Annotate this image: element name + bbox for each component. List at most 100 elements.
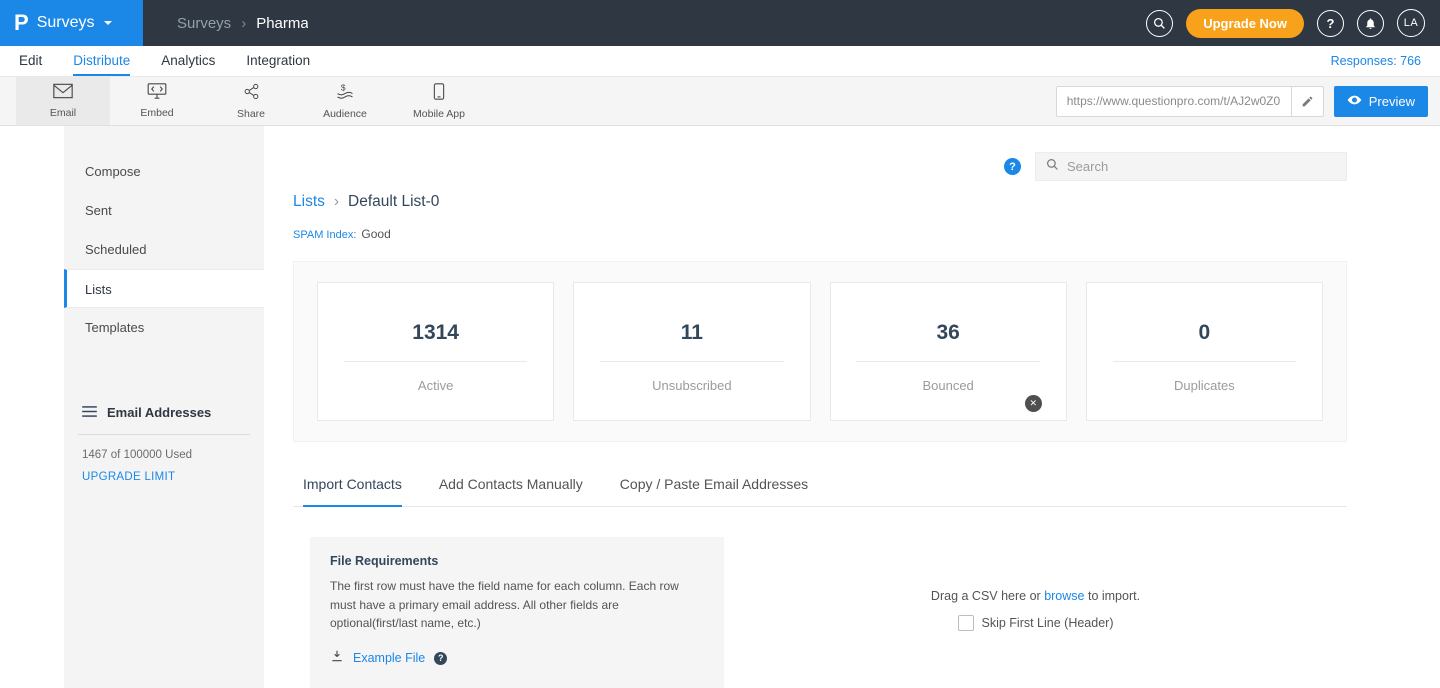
email-addresses-label: Email Addresses — [107, 405, 211, 420]
upgrade-now-button[interactable]: Upgrade Now — [1186, 9, 1304, 38]
skip-first-line-label: Skip First Line (Header) — [982, 616, 1114, 630]
file-requirements-title: File Requirements — [330, 554, 704, 568]
survey-url-input[interactable] — [1057, 94, 1291, 108]
import-contacts-panel: File Requirements The first row must hav… — [293, 537, 1347, 688]
csv-drop-zone[interactable]: Drag a CSV here or browse to import. Ski… — [724, 589, 1347, 631]
sidebar-item-scheduled[interactable]: Scheduled — [64, 230, 264, 269]
toolbar-item-share[interactable]: Share — [204, 77, 298, 125]
eye-icon — [1347, 94, 1362, 109]
topbar: P Surveys Surveys Pharma Upgrade Now ? L… — [0, 0, 1440, 46]
share-network-icon — [243, 83, 260, 105]
list-stats: 1314 Active 11 Unsubscribed 36 Bounced ✕… — [293, 261, 1347, 442]
file-requirements-body: The first row must have the field name f… — [330, 577, 704, 633]
tab-import-contacts[interactable]: Import Contacts — [303, 476, 402, 507]
help-circle-icon[interactable]: ? — [1004, 158, 1021, 175]
stat-card-active: 1314 Active — [317, 282, 554, 421]
toolbar-item-label: Share — [237, 108, 265, 120]
drag-text-prefix: Drag a CSV here or — [931, 589, 1041, 603]
stat-divider — [1113, 361, 1296, 362]
search-icon[interactable] — [1146, 10, 1173, 37]
toolbar-item-email[interactable]: Email — [16, 77, 110, 125]
body: Compose Sent Scheduled Lists Templates E… — [0, 126, 1440, 688]
lists-main: ? Lists Default List-0 SPAM Index: Good — [264, 126, 1440, 688]
left-gutter — [0, 126, 64, 688]
contacts-search-box — [1035, 152, 1347, 181]
tab-integration[interactable]: Integration — [246, 46, 310, 76]
usage-text: 1467 of 100000 Used — [78, 449, 250, 461]
breadcrumb-separator-icon — [334, 193, 339, 211]
survey-url-box — [1056, 86, 1324, 117]
sidebar-item-compose[interactable]: Compose — [64, 152, 264, 191]
sidebar-divider — [78, 434, 250, 435]
browse-link[interactable]: browse — [1044, 589, 1084, 603]
sidebar-item-templates[interactable]: Templates — [64, 308, 264, 347]
upgrade-limit-link[interactable]: UPGRADE LIMIT — [78, 471, 250, 483]
list-breadcrumb: Lists Default List-0 — [293, 193, 1347, 211]
skip-first-line-checkbox[interactable] — [958, 615, 974, 631]
product-name: Surveys — [37, 14, 95, 32]
spam-index-line: SPAM Index: Good — [293, 227, 1347, 241]
tab-distribute[interactable]: Distribute — [73, 46, 130, 76]
spam-index-value: Good — [361, 227, 390, 241]
email-sidebar: Compose Sent Scheduled Lists Templates E… — [64, 126, 264, 688]
breadcrumb-separator-icon — [241, 15, 246, 32]
edit-url-pencil-icon[interactable] — [1291, 87, 1323, 116]
contacts-tabs: Import Contacts Add Contacts Manually Co… — [293, 476, 1347, 507]
audience-dollar-icon: $ — [335, 83, 355, 105]
tab-add-contacts-manually[interactable]: Add Contacts Manually — [439, 476, 583, 507]
sidebar-item-sent[interactable]: Sent — [64, 191, 264, 230]
file-requirements-box: File Requirements The first row must hav… — [310, 537, 724, 688]
distribute-toolbar: Email Embed Share $ Audience Mobile App — [0, 77, 1440, 126]
list-lines-icon — [82, 405, 97, 420]
lists-link[interactable]: Lists — [293, 193, 325, 211]
email-addresses-section: Email Addresses 1467 of 100000 Used UPGR… — [64, 405, 264, 483]
toolbar-item-label: Embed — [140, 107, 173, 119]
notifications-bell-icon[interactable] — [1357, 10, 1384, 37]
stat-divider — [344, 361, 527, 362]
drag-csv-text: Drag a CSV here or browse to import. — [931, 589, 1140, 603]
tab-copy-paste-email-addresses[interactable]: Copy / Paste Email Addresses — [620, 476, 808, 507]
stat-label: Duplicates — [1174, 378, 1235, 393]
stat-value: 0 — [1199, 321, 1211, 345]
skip-first-line-row: Skip First Line (Header) — [958, 615, 1114, 631]
preview-button[interactable]: Preview — [1334, 86, 1428, 117]
chevron-down-icon — [104, 21, 112, 25]
svg-text:$: $ — [341, 83, 346, 93]
product-switcher[interactable]: P Surveys — [0, 0, 143, 46]
help-icon[interactable]: ? — [1317, 10, 1344, 37]
toolbar-item-label: Mobile App — [413, 108, 465, 120]
clear-bounced-icon[interactable]: ✕ — [1025, 395, 1042, 412]
example-file-link[interactable]: Example File — [353, 651, 425, 665]
toolbar-item-audience[interactable]: $ Audience — [298, 77, 392, 125]
sidebar-item-lists[interactable]: Lists — [64, 269, 264, 308]
responses-count[interactable]: Responses: 766 — [1331, 54, 1421, 68]
topbar-actions: Upgrade Now ? LA — [1146, 9, 1440, 38]
tab-analytics[interactable]: Analytics — [161, 46, 215, 76]
toolbar-item-mobile-app[interactable]: Mobile App — [392, 77, 486, 125]
stat-card-bounced: 36 Bounced ✕ — [830, 282, 1067, 421]
email-addresses-header: Email Addresses — [78, 405, 250, 420]
stat-label: Unsubscribed — [652, 378, 732, 393]
questionpro-logo-icon: P — [14, 10, 29, 36]
stat-divider — [600, 361, 783, 362]
example-file-row: Example File ? — [330, 649, 704, 668]
search-input[interactable] — [1067, 159, 1336, 174]
stat-divider — [856, 361, 1039, 362]
embed-code-icon — [147, 83, 167, 104]
stat-label: Active — [418, 378, 453, 393]
toolbar-item-embed[interactable]: Embed — [110, 77, 204, 125]
stat-card-unsubscribed: 11 Unsubscribed — [573, 282, 810, 421]
email-envelope-icon — [53, 83, 73, 104]
questionpro-app: P Surveys Surveys Pharma Upgrade Now ? L… — [0, 0, 1440, 688]
stat-value: 11 — [681, 321, 703, 345]
example-file-help-icon[interactable]: ? — [434, 652, 447, 665]
toolbar-right: Preview — [1056, 77, 1440, 125]
current-list-name: Default List-0 — [348, 193, 439, 211]
avatar[interactable]: LA — [1397, 9, 1425, 37]
tab-edit[interactable]: Edit — [19, 46, 42, 76]
breadcrumb-surveys-link[interactable]: Surveys — [177, 15, 231, 32]
stat-label: Bounced — [922, 378, 973, 393]
preview-label: Preview — [1369, 94, 1415, 109]
download-icon — [330, 649, 344, 668]
magnifier-icon — [1046, 158, 1059, 176]
